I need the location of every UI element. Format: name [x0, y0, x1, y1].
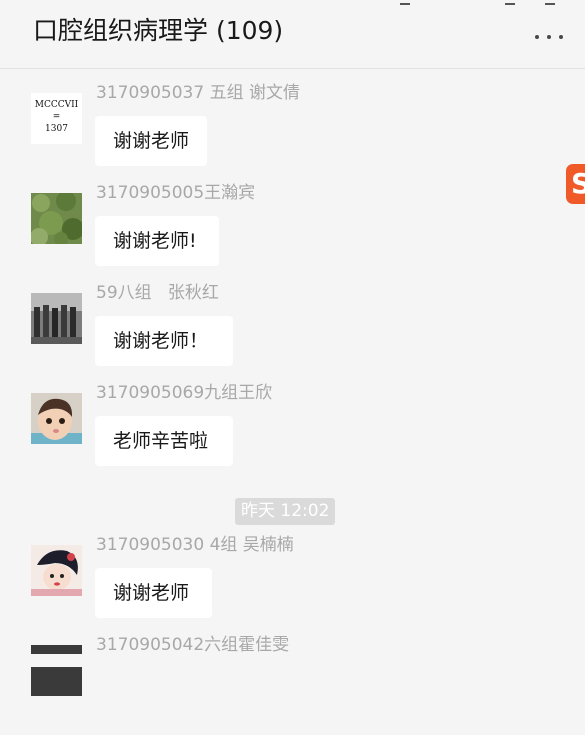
window-control-fragment[interactable] [545, 0, 555, 5]
message-bubble[interactable]: 谢谢老师! [95, 216, 219, 266]
avatar[interactable] [31, 645, 82, 696]
message-item: MCCCVII = 1307 3170905037 五组 谢文倩 谢谢老师 [0, 83, 585, 183]
message-bubble[interactable]: 老师辛苦啦 [95, 416, 233, 466]
sender-name: 3170905005王瀚宾 [96, 183, 256, 203]
chat-header: 口腔组织病理学 (109) [0, 0, 585, 69]
avatar-text: MCCCVII [34, 100, 79, 110]
avatar[interactable]: MCCCVII = 1307 [31, 93, 82, 144]
message-bubble[interactable]: 谢谢老师！ [95, 316, 233, 366]
message-item: 3170905069九组王欣 老师辛苦啦 [0, 383, 585, 483]
group-photo [31, 293, 82, 344]
window-control-fragment[interactable] [505, 0, 515, 5]
message-item: 3170905030 4组 吴楠楠 谢谢老师 [0, 535, 585, 635]
sender-name: 3170905069九组王欣 [96, 383, 273, 403]
badge-letter: S [571, 167, 585, 200]
sender-name: 3170905037 五组 谢文倩 [96, 83, 300, 103]
message-bubble[interactable]: 谢谢老师 [95, 116, 208, 166]
avatar-text: 1307 [45, 124, 68, 134]
grass-photo [31, 193, 82, 244]
cartoon-avatar [31, 545, 82, 596]
sender-name: 59八组 张秋红 [96, 283, 219, 303]
avatar[interactable] [31, 393, 82, 444]
chat-title: 口腔组织病理学 (109) [33, 16, 284, 45]
avatar[interactable] [31, 193, 82, 244]
sogou-badge-icon[interactable]: S [566, 164, 585, 204]
input-area-edge [0, 654, 585, 667]
window-control-fragment[interactable] [400, 0, 410, 5]
sender-name: 3170905030 4组 吴楠楠 [96, 535, 294, 555]
message-item: 3170905005王瀚宾 谢谢老师! [0, 183, 585, 283]
avatar[interactable] [31, 545, 82, 596]
message-bubble[interactable]: 谢谢老师 [95, 568, 212, 618]
timestamp-divider: 昨天 12:02 [235, 498, 336, 525]
baby-photo [31, 393, 82, 444]
more-dots-icon[interactable] [533, 24, 565, 44]
avatar[interactable] [31, 293, 82, 344]
message-item: 59八组 张秋红 谢谢老师！ [0, 283, 585, 383]
avatar-text: = [52, 112, 61, 122]
